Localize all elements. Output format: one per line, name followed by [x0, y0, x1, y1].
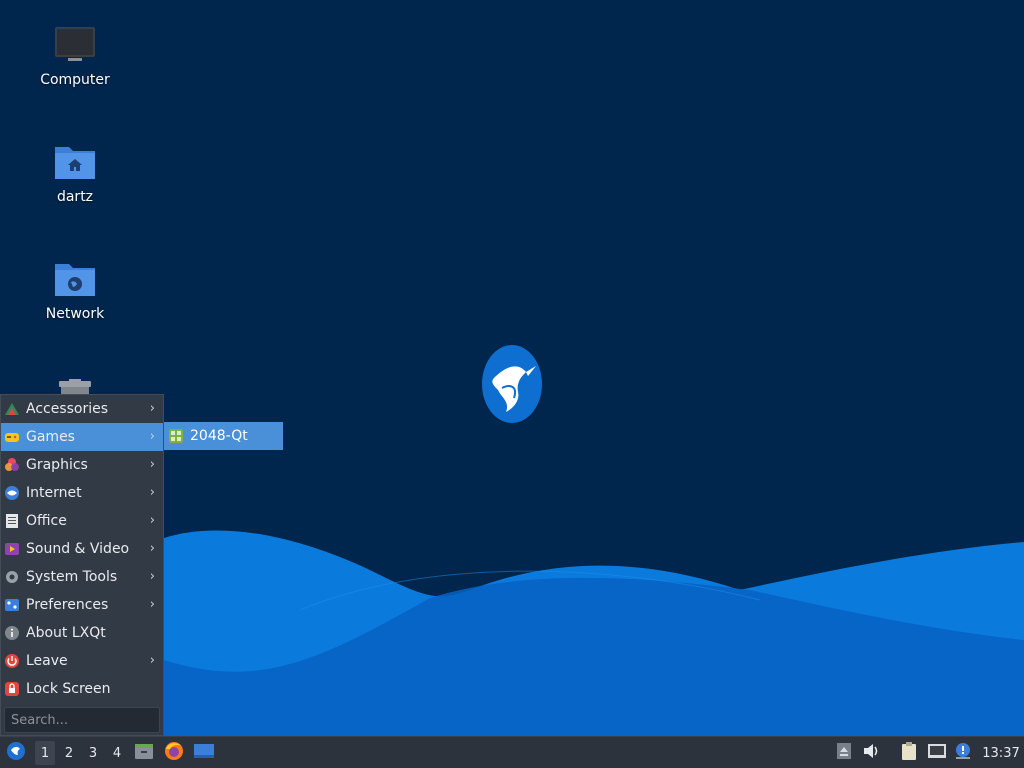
- info-icon: [4, 625, 20, 641]
- graphics-icon: [4, 457, 20, 473]
- start-menu-button[interactable]: [4, 737, 28, 768]
- chevron-right-icon: ›: [149, 457, 155, 472]
- menu-item-sound-video[interactable]: Sound & Video ›: [1, 535, 163, 563]
- power-icon: [4, 653, 20, 669]
- eject-icon: [836, 742, 852, 764]
- lxqt-start-icon: [6, 741, 26, 765]
- menu-item-accessories[interactable]: Accessories ›: [1, 395, 163, 423]
- network-icon: [927, 743, 947, 763]
- desktop-switch-4[interactable]: 4: [107, 737, 127, 768]
- application-menu: Accessories › Games › Graphics › Interne…: [0, 394, 164, 736]
- desktop-icon-label: dartz: [56, 189, 94, 205]
- volume-button[interactable]: [862, 737, 882, 768]
- chevron-right-icon: ›: [149, 569, 155, 584]
- sound-video-icon: [4, 541, 20, 557]
- update-notifier-button[interactable]: [952, 737, 974, 768]
- office-icon: [4, 513, 20, 529]
- menu-item-internet[interactable]: Internet ›: [1, 479, 163, 507]
- menu-item-preferences[interactable]: Preferences ›: [1, 591, 163, 619]
- chevron-right-icon: ›: [149, 485, 155, 500]
- system-tools-icon: [4, 569, 20, 585]
- chevron-right-icon: ›: [149, 597, 155, 612]
- eject-button[interactable]: [834, 737, 854, 768]
- desktop-icon-home[interactable]: dartz: [20, 139, 130, 205]
- network-folder-icon: [53, 256, 97, 300]
- clock[interactable]: 13:37: [980, 737, 1022, 768]
- menu-item-games[interactable]: Games ›: [1, 423, 163, 451]
- 2048-qt-icon: [168, 428, 184, 444]
- desktop-switch-3[interactable]: 3: [83, 737, 103, 768]
- desktop-icon-computer[interactable]: Computer: [20, 22, 130, 88]
- firefox-launcher[interactable]: [162, 737, 186, 768]
- desktop-switch-1[interactable]: 1: [35, 741, 55, 765]
- network-button[interactable]: [925, 737, 949, 768]
- hummingbird-logo: [482, 345, 542, 423]
- volume-icon: [863, 743, 881, 763]
- menu-item-about-lxqt[interactable]: About LXQt: [1, 619, 163, 647]
- menu-item-system-tools[interactable]: System Tools ›: [1, 563, 163, 591]
- chevron-right-icon: ›: [149, 401, 155, 416]
- menu-search-input[interactable]: Search...: [4, 707, 160, 733]
- clock-label: 13:37: [982, 745, 1020, 761]
- update-notifier-icon: [954, 742, 972, 764]
- chevron-right-icon: ›: [149, 653, 155, 668]
- clipboard-button[interactable]: [898, 737, 920, 768]
- desktop-icon-label: Computer: [40, 72, 110, 88]
- submenu-item-2048-qt[interactable]: 2048-Qt: [164, 422, 283, 450]
- menu-item-leave[interactable]: Leave ›: [1, 647, 163, 675]
- taskbar: 1 2 3 4 13:37: [0, 736, 1024, 768]
- accessories-icon: [4, 401, 20, 417]
- desktop-switch-2[interactable]: 2: [59, 737, 79, 768]
- desktop-icon-label: Network: [45, 306, 105, 322]
- file-manager-icon: [134, 742, 154, 764]
- chevron-right-icon: ›: [149, 513, 155, 528]
- clipboard-icon: [900, 741, 918, 765]
- chevron-right-icon: ›: [149, 541, 155, 556]
- menu-item-lock-screen[interactable]: Lock Screen: [1, 675, 163, 703]
- show-desktop-icon: [194, 743, 214, 763]
- computer-icon: [53, 22, 97, 66]
- file-manager-launcher[interactable]: [132, 737, 156, 768]
- home-folder-icon: [53, 139, 97, 183]
- firefox-icon: [164, 741, 184, 765]
- show-desktop-button[interactable]: [192, 737, 216, 768]
- games-submenu: 2048-Qt: [164, 422, 283, 450]
- internet-icon: [4, 485, 20, 501]
- desktop-icon-network[interactable]: Network: [20, 256, 130, 322]
- games-icon: [4, 429, 20, 445]
- menu-item-office[interactable]: Office ›: [1, 507, 163, 535]
- chevron-right-icon: ›: [149, 429, 155, 444]
- preferences-icon: [4, 597, 20, 613]
- lock-icon: [4, 681, 20, 697]
- menu-item-graphics[interactable]: Graphics ›: [1, 451, 163, 479]
